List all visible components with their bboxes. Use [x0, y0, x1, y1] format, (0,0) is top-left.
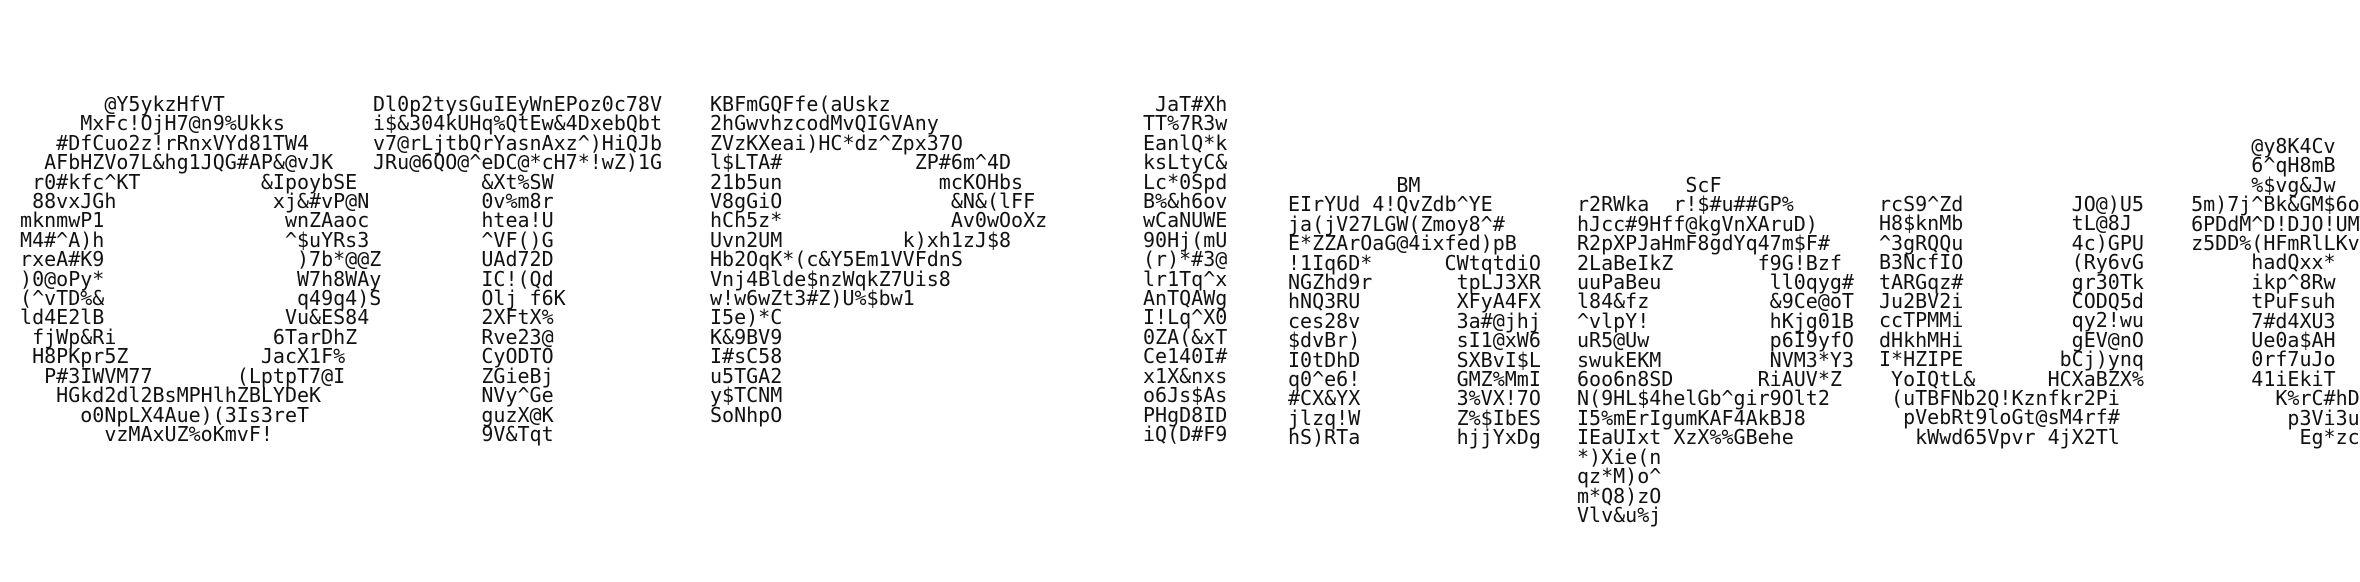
- ascii-art-letter-b: ScF r2RWka r!$#u##GP% hJcc#9Hff@kgVnXAru…: [1577, 173, 1854, 527]
- ascii-art-letter-l: JaT#Xh TT%7R3w EanlQ*k ksLtyC& Lc*0Spd B…: [1143, 92, 1228, 446]
- ascii-art-letter-u: rcS9^Zd JO@)U5 H8$knMb tL@8J ^3gRQQu 4c)…: [1879, 192, 2144, 449]
- ascii-art-letter-p: KBFmGQFfe(aUskz 2hGwvhzcodMvQIGVAny ZVzK…: [710, 92, 1048, 427]
- ascii-art-letter-a: BM EIrYUd 4!QvZdb^YE ja(jV27LGW(Zmoy8^# …: [1288, 173, 1541, 450]
- ascii-art-letter-o: @Y5ykzHfVT MxFc!OjH7@n9%Ukks #DfCuo2z!rR…: [20, 92, 382, 446]
- ascii-art-letter-t: Dl0p2tysGuIEyWnEPoz0c78V i$&304kUHq%QtEw…: [373, 92, 662, 446]
- ascii-art-letter-t-second: @y8K4Cv 6^qH8mB %$vg&Jw 5m)7j^Bk&GM$6oo4…: [2191, 134, 2360, 450]
